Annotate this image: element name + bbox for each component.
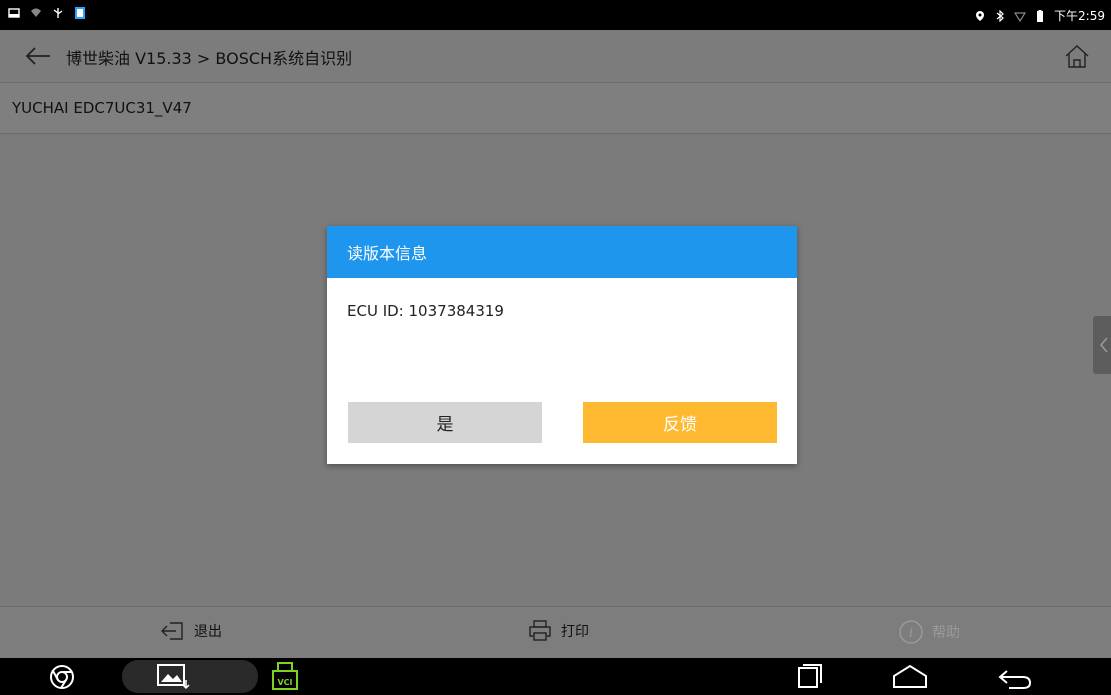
vci-app-button[interactable]: VCI <box>272 661 298 695</box>
dialog-title: 读版本信息 <box>347 244 428 263</box>
help-label: 帮助 <box>932 625 960 641</box>
system-name: YUCHAI EDC7UC31_V47 <box>12 99 192 117</box>
chevron-left-icon <box>1100 337 1108 353</box>
back-nav-icon[interactable] <box>997 664 1033 690</box>
location-icon <box>976 10 985 21</box>
chrome-app-icon[interactable] <box>48 663 76 691</box>
vci-icon: VCI <box>272 662 298 690</box>
gallery-app-button[interactable] <box>122 660 258 693</box>
status-bar: 下午2:59 <box>0 0 1111 30</box>
home-nav-icon[interactable] <box>891 664 929 690</box>
system-subheader: YUCHAI EDC7UC31_V47 <box>0 83 1111 134</box>
print-button[interactable]: 打印 <box>527 619 589 643</box>
exit-button[interactable]: 退出 <box>160 619 222 643</box>
bluetooth-icon <box>996 9 1004 22</box>
exit-label: 退出 <box>194 624 222 640</box>
feedback-button[interactable]: 反馈 <box>583 402 777 443</box>
app-notification-icon <box>75 7 85 19</box>
version-info-dialog: 读版本信息 ECU ID: 1037384319 是 反馈 <box>327 226 797 464</box>
side-panel-toggle[interactable] <box>1093 316 1111 374</box>
clock: 下午2:59 <box>1054 9 1105 23</box>
yes-button[interactable]: 是 <box>348 402 542 443</box>
ecu-id-label: ECU ID: <box>347 302 404 320</box>
svg-text:i: i <box>909 626 913 641</box>
info-icon: i <box>899 620 923 644</box>
back-arrow-icon[interactable] <box>24 44 52 68</box>
dialog-body: ECU ID: 1037384319 <box>327 278 797 320</box>
dialog-header: 读版本信息 <box>327 226 797 278</box>
bottom-toolbar: 退出 打印 i 帮助 <box>0 606 1111 659</box>
signal-icon <box>1014 11 1027 22</box>
home-icon[interactable] <box>1063 42 1091 70</box>
app-bar: 博世柴油 V15.33 > BOSCH系统自识别 <box>0 30 1111 83</box>
breadcrumb: 博世柴油 V15.33 > BOSCH系统自识别 <box>66 49 353 68</box>
ecu-id-value: 1037384319 <box>408 302 504 320</box>
printer-icon <box>529 620 551 641</box>
vci-label: VCI <box>277 678 292 687</box>
usb-icon <box>53 8 63 18</box>
screenshot-icon <box>8 8 20 18</box>
gallery-icon <box>157 664 190 690</box>
wifi-icon <box>31 8 41 17</box>
help-button[interactable]: i 帮助 <box>898 619 960 645</box>
recent-apps-icon[interactable] <box>795 662 825 690</box>
print-label: 打印 <box>561 624 589 640</box>
exit-icon <box>161 622 183 640</box>
battery-icon <box>1037 9 1044 22</box>
system-nav-bar: VCI <box>0 658 1111 695</box>
